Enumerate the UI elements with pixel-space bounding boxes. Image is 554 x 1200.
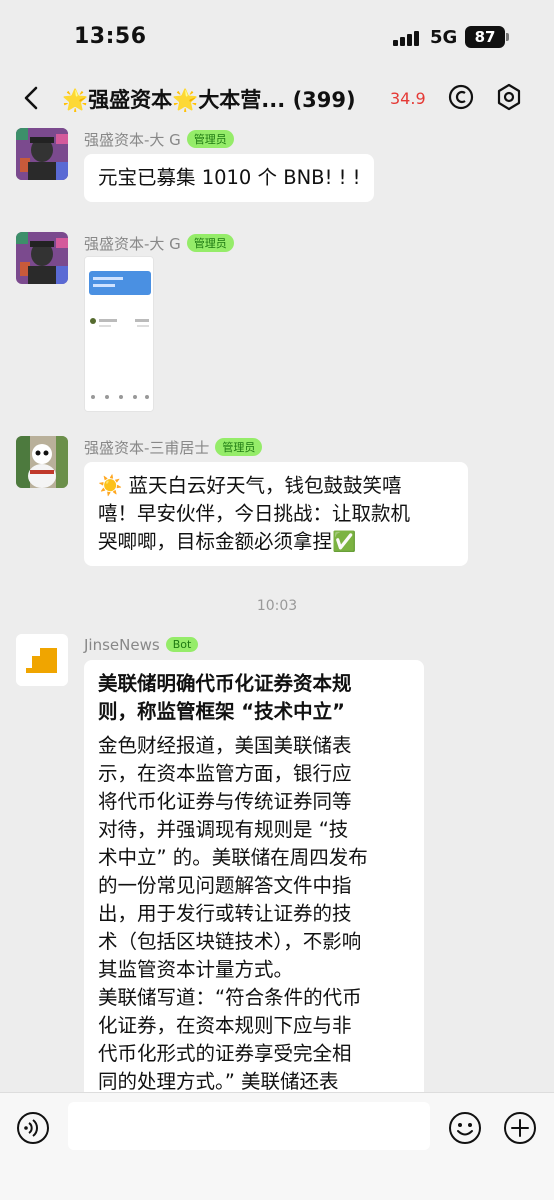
body-line: 对待，并强调现有规则是 “技 — [98, 818, 349, 841]
news-headline: 美联储明确代币化证券资本规 则，称监管框架 “技术中立” — [98, 670, 410, 726]
sender-name-text: JinseNews — [84, 636, 160, 654]
title-part2: 大本营... — [198, 88, 286, 112]
sender-name-text: 强盛资本-大 G — [84, 131, 181, 149]
avatar[interactable] — [16, 232, 68, 284]
emoji-icon[interactable] — [448, 1111, 482, 1145]
status-bar: 13:56 5G 87 — [0, 0, 554, 70]
body-line: 的一份常见问题解答文件中指 — [98, 874, 352, 897]
chat-header: 🌟强盛资本🌟大本营... (399) 34.93 — [0, 70, 554, 126]
avatar[interactable] — [16, 128, 68, 180]
bot-badge: Bot — [165, 637, 199, 652]
headline-line: 美联储明确代币化证券资本规 — [98, 672, 352, 695]
sender-name: JinseNews Bot — [84, 636, 199, 654]
chat-list[interactable]: 强盛资本-大 G 管理员 元宝已募集 1010 个 BNB! ! ! 强盛资本-大… — [0, 126, 554, 1092]
chat-title[interactable]: 🌟强盛资本🌟大本营... (399) — [62, 84, 378, 114]
signal-icon — [393, 30, 423, 46]
price-ticker: 34.93 — [390, 89, 426, 108]
admin-badge: 管理员 — [186, 234, 234, 252]
timestamp: 10:03 — [256, 598, 298, 614]
avatar[interactable] — [16, 634, 68, 686]
body-line: 金色财经报道，美国美联储表 — [98, 734, 352, 757]
battery-tip — [506, 33, 509, 41]
input-bar — [0, 1092, 554, 1200]
sender-name: 强盛资本-三甫居士 管理员 — [84, 437, 263, 458]
network-label: 5G — [430, 27, 458, 48]
message-bubble[interactable]: 元宝已募集 1010 个 BNB! ! ! — [84, 154, 375, 202]
admin-badge: 管理员 — [215, 438, 263, 456]
status-time: 13:56 — [74, 24, 147, 49]
body-line: 同的处理方式。” 美联储还表 — [98, 1070, 339, 1092]
avatar-image — [16, 128, 68, 180]
screenshot-image[interactable] — [84, 256, 154, 412]
news-body: 金色财经报道，美国美联储表 示，在资本监管方面，银行应 将代币化证券与传统证券同… — [98, 732, 410, 1092]
coin-icon[interactable] — [446, 82, 476, 112]
settings-icon[interactable] — [494, 82, 524, 112]
member-count: (399) — [292, 88, 356, 112]
star-emoji: 🌟 — [172, 88, 199, 112]
plus-icon[interactable] — [503, 1111, 537, 1145]
wallet-screenshot — [85, 257, 153, 411]
avatar[interactable] — [16, 436, 68, 488]
body-line: 其监管资本计量方式。 — [98, 958, 294, 981]
message-bubble[interactable]: ☀️ 蓝天白云好天气，钱包鼓鼓笑嘻 嘻！早安伙伴，今日挑战：让取款机 哭唧唧，目… — [84, 462, 468, 566]
sender-name: 强盛资本-大 G 管理员 — [84, 233, 234, 254]
body-line: 美联储写道：“符合条件的代币 — [98, 986, 362, 1009]
message-line: ☀️ 蓝天白云好天气，钱包鼓鼓笑嘻 — [98, 474, 402, 497]
sender-name-text: 强盛资本-三甫居士 — [84, 439, 210, 457]
admin-badge: 管理员 — [186, 130, 234, 148]
voice-icon[interactable] — [16, 1111, 50, 1145]
body-line: 代币化形式的证券享受完全相 — [98, 1042, 352, 1065]
body-line: 术（包括区块链技术），不影响 — [98, 930, 362, 953]
message-line: 嘻！早安伙伴，今日挑战：让取款机 — [98, 502, 411, 525]
headline-line: 则，称监管框架 “技术中立” — [98, 700, 345, 723]
sender-name: 强盛资本-大 G 管理员 — [84, 129, 234, 150]
body-line: 将代币化证券与传统证券同等 — [98, 790, 352, 813]
jinse-logo-icon — [16, 634, 68, 686]
star-emoji: 🌟 — [62, 88, 89, 112]
avatar-image — [16, 436, 68, 488]
message-input[interactable] — [68, 1102, 430, 1150]
back-arrow-icon[interactable] — [18, 84, 46, 112]
body-line: 示，在资本监管方面，银行应 — [98, 762, 352, 785]
message-line: 哭唧唧，目标金额必须拿捏✅ — [98, 530, 357, 553]
avatar-image — [16, 232, 68, 284]
news-bubble[interactable]: 美联储明确代币化证券资本规 则，称监管框架 “技术中立” 金色财经报道，美国美联… — [84, 660, 424, 1092]
battery-icon: 87 — [465, 26, 505, 48]
title-part1: 强盛资本 — [88, 88, 173, 112]
body-line: 化证券，在资本规则下应与非 — [98, 1014, 352, 1037]
body-line: 术中立” 的。美联储在周四发布 — [98, 846, 368, 869]
sender-name-text: 强盛资本-大 G — [84, 235, 181, 253]
body-line: 出，用于发行或转让证券的技 — [98, 902, 352, 925]
